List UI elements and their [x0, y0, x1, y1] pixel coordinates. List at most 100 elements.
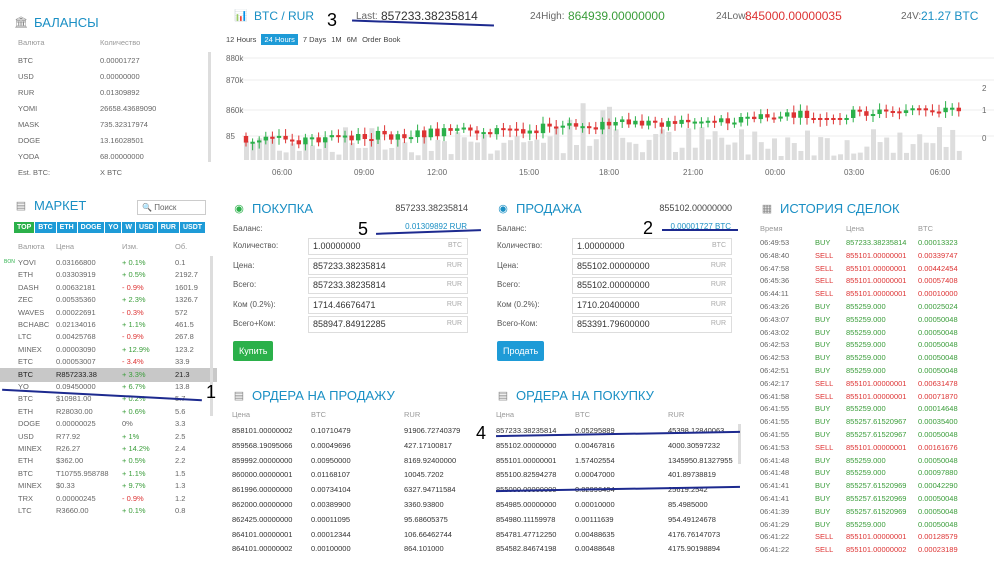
volume-bar: [336, 154, 342, 160]
market-row[interactable]: LTC R3660.00 + 0.1% 0.8: [0, 504, 217, 518]
buy-field-input[interactable]: 858947.84912285 RUR: [308, 316, 468, 333]
history-time: 06:47:58: [760, 263, 790, 273]
market-change: + 2.3%: [122, 295, 146, 305]
market-header: ▤ МАРКЕТ: [14, 198, 87, 213]
volume-bar: [923, 142, 929, 160]
sell-field-value: 855102.00000000: [577, 280, 650, 290]
candle-body: [554, 126, 559, 129]
history-time: 06:43:02: [760, 327, 790, 337]
volume-bar: [666, 131, 672, 160]
sell-field-input[interactable]: 1.00000000 BTC: [572, 238, 732, 255]
volume-bar: [587, 145, 593, 160]
sell-field-input[interactable]: 1710.20400000 RUR: [572, 296, 732, 314]
history-price: 855101.00000001: [846, 391, 907, 401]
sell-field-value: 1.00000000: [577, 241, 625, 251]
candle-body: [745, 116, 750, 119]
market-tab-doge[interactable]: DOGE: [77, 222, 105, 233]
candle-body: [903, 110, 909, 113]
market-change: + 0.5%: [122, 270, 146, 280]
market-tab-top[interactable]: TOP: [14, 222, 35, 233]
history-header-row: Время Цена BTC: [752, 222, 1000, 236]
order-row[interactable]: 861996.00000000 0.00734104 6327.94711584: [224, 483, 480, 497]
range-tab-2[interactable]: 7 Days: [303, 34, 326, 45]
range-tab-3[interactable]: 1M: [331, 34, 341, 45]
history-price: 855259.000: [846, 353, 886, 363]
order-cell: 1.57402554: [575, 455, 615, 465]
buy-field-input[interactable]: 857233.38235814 RUR: [308, 257, 468, 275]
market-tab-usdt[interactable]: USDT: [179, 222, 206, 233]
buy-button[interactable]: Купить: [233, 341, 274, 361]
balance-amount: 26658.43689090: [100, 104, 157, 113]
market-currency: ZEC: [18, 295, 33, 305]
candle-body: [342, 135, 348, 138]
order-row[interactable]: 858101.00000002 0.10710479 91906.72740379: [224, 424, 480, 438]
order-row[interactable]: 855101.00000001 1.57402554 1345950.8132795…: [488, 454, 744, 468]
order-row[interactable]: 864101.00000001 0.00012344 106.66462744: [224, 528, 480, 542]
history-col-header: Время: [760, 224, 783, 233]
volume-bar: [448, 154, 454, 160]
order-row[interactable]: 854985.00000000 0.00010000 85.4985000: [488, 498, 744, 512]
buy-field-input[interactable]: 857233.38235814 RUR: [308, 277, 468, 294]
buy-field-input[interactable]: 1714.46676471 RUR: [308, 296, 468, 314]
market-tab-eth[interactable]: ETH: [56, 222, 77, 233]
market-tab-yo[interactable]: YO: [105, 222, 122, 233]
candle-body: [758, 114, 763, 120]
range-tab-4[interactable]: 6M: [347, 34, 357, 45]
balances-scrollbar[interactable]: [208, 52, 211, 162]
order-cell: 862000.00000000: [232, 500, 293, 509]
order-row[interactable]: 854781.47712250 0.00488635 4176.76147073: [488, 528, 744, 542]
volume-bar: [712, 131, 718, 160]
chart-y-tick: 860k: [226, 106, 244, 115]
sell-field-input[interactable]: 855102.00000000 RUR: [572, 277, 732, 294]
order-cell: 0.10710479: [311, 426, 351, 435]
balance-amount: 0.01309892: [100, 88, 140, 97]
history-price: 855101.00000001: [846, 289, 907, 299]
buy-field-input[interactable]: 1.00000000 BTC: [308, 238, 468, 255]
history-col-header: BTC: [918, 224, 933, 233]
history-side: BUY: [815, 519, 831, 529]
sell-field-currency: RUR: [710, 320, 726, 327]
candle-body: [422, 130, 427, 138]
volume-bar: [778, 155, 784, 160]
market-change: - 3.4%: [122, 357, 144, 367]
range-tab-1[interactable]: 24 Hours: [261, 34, 298, 45]
candle-body: [600, 121, 605, 130]
order-row[interactable]: 859568.19095066 0.00049696 427.17100817: [224, 439, 480, 453]
market-bonus-badge: BON: [4, 259, 15, 265]
sell-field-input[interactable]: 855102.00000000 RUR: [572, 257, 732, 275]
order-row[interactable]: 864101.00000002 0.00100000 864.101000: [224, 542, 480, 556]
market-price: T10755.958788: [56, 468, 109, 478]
order-cell: 0.00047000: [575, 470, 615, 480]
order-row[interactable]: 860000.00000001 0.01168107 10045.7202: [224, 468, 480, 482]
history-time: 06:41:22: [760, 545, 790, 555]
order-row[interactable]: 859992.00000000 0.00950000 8169.92400000: [224, 454, 480, 468]
order-row[interactable]: 855102.00000000 0.00467816 4000.30597232: [488, 439, 744, 453]
market-search-input[interactable]: 🔍 Поиск: [137, 200, 206, 215]
range-tab-0[interactable]: 12 Hours: [226, 34, 256, 45]
order-cell: 4176.76147073: [668, 529, 721, 539]
sell-field-label: Цена:: [497, 260, 519, 270]
volume-bar: [943, 146, 949, 160]
market-volume: 2.5: [175, 431, 186, 441]
sell-panel: ◉ ПРОДАЖА 855102.00000000 Баланс: 0.0000…: [488, 192, 744, 372]
order-row[interactable]: 862425.00000000 0.00011095 95.68605375: [224, 513, 480, 527]
order-row[interactable]: 854582.84674198 0.00488648 4175.90198894: [488, 542, 744, 556]
chart-x-tick: 09:00: [354, 168, 375, 177]
market-tab-btc[interactable]: BTC: [35, 222, 56, 233]
history-amount: 0.00013323: [918, 238, 958, 247]
sell-orders-header: ▤ ОРДЕРА НА ПРОДАЖУ: [232, 388, 395, 403]
market-change: + 1.1%: [122, 468, 146, 478]
order-row[interactable]: 862000.00000000 0.00389900 3360.93800: [224, 498, 480, 512]
volume-bar: [283, 152, 289, 160]
market-tab-w[interactable]: W: [122, 222, 136, 233]
sell-field-input[interactable]: 853391.79600000 RUR: [572, 316, 732, 333]
range-tab-5[interactable]: Order Book: [362, 34, 400, 45]
order-row[interactable]: 854980.11159978 0.00111639 954.49124678: [488, 513, 744, 527]
volume-bar: [475, 142, 480, 160]
market-tab-rur[interactable]: RUR: [157, 222, 179, 233]
market-currency: BCHABC: [18, 320, 50, 329]
sell-button[interactable]: Продать: [497, 341, 545, 361]
history-price: 855259.000: [846, 455, 886, 465]
order-row[interactable]: 855100.82594278 0.00047000 401.89738819: [488, 468, 744, 482]
market-tab-usd[interactable]: USD: [136, 222, 157, 233]
